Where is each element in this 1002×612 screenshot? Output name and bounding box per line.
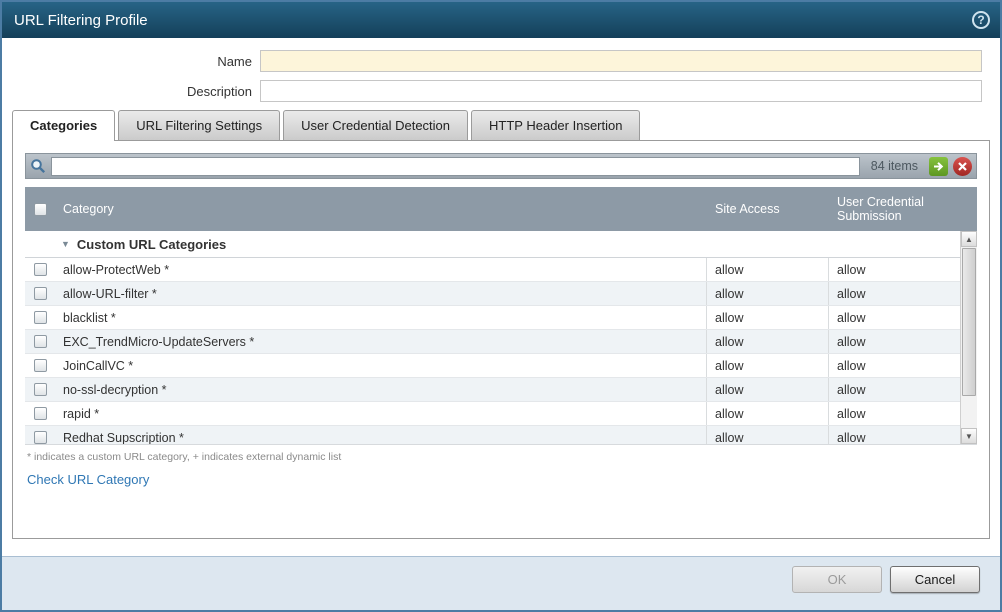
action-bar: OK Cancel (2, 556, 1000, 610)
user-credential-submission-cell[interactable]: allow (829, 282, 960, 305)
table-row[interactable]: allow-URL-filter * allow allow (25, 282, 960, 306)
category-cell: Redhat Supscription * (55, 426, 707, 445)
row-checkbox-cell (25, 306, 55, 329)
category-cell: no-ssl-decryption * (55, 378, 707, 401)
row-checkbox-cell (25, 282, 55, 305)
row-checkbox-cell (25, 402, 55, 425)
category-cell: rapid * (55, 402, 707, 425)
header-scrollbar-spacer (960, 187, 977, 231)
row-checkbox-cell (25, 258, 55, 281)
row-checkbox-cell (25, 426, 55, 445)
site-access-cell[interactable]: allow (707, 354, 829, 377)
tab-bar: Categories URL Filtering Settings User C… (12, 110, 1000, 140)
table-row[interactable]: JoinCallVC * allow allow (25, 354, 960, 378)
row-checkbox[interactable] (34, 431, 47, 444)
user-credential-submission-cell[interactable]: allow (829, 426, 960, 445)
user-credential-submission-cell[interactable]: allow (829, 306, 960, 329)
select-all-checkbox[interactable] (34, 203, 47, 216)
filter-input[interactable] (51, 157, 860, 176)
table-row[interactable]: Redhat Supscription * allow allow (25, 426, 960, 445)
table-row[interactable]: EXC_TrendMicro-UpdateServers * allow all… (25, 330, 960, 354)
legend-note: * indicates a custom URL category, + ind… (25, 451, 977, 463)
table-header: Category Site Access User Credential Sub… (25, 187, 977, 231)
user-credential-submission-cell[interactable]: allow (829, 378, 960, 401)
check-url-category-link[interactable]: Check URL Category (25, 472, 149, 487)
description-input[interactable] (260, 80, 982, 102)
site-access-cell[interactable]: allow (707, 378, 829, 401)
column-header-user-credential-submission[interactable]: User Credential Submission (829, 187, 960, 231)
group-collapse-icon[interactable]: ▼ (61, 239, 70, 249)
site-access-cell[interactable]: allow (707, 402, 829, 425)
tab-url-filtering-settings[interactable]: URL Filtering Settings (118, 110, 280, 140)
ok-button: OK (792, 566, 882, 593)
clear-filter-button[interactable] (953, 157, 972, 176)
apply-filter-button[interactable] (929, 157, 948, 176)
table-row[interactable]: blacklist * allow allow (25, 306, 960, 330)
group-row-custom-url-categories[interactable]: ▼ Custom URL Categories (25, 231, 960, 258)
name-input[interactable] (260, 50, 982, 72)
description-row: Description (2, 80, 982, 102)
user-credential-submission-cell[interactable]: allow (829, 258, 960, 281)
user-credential-submission-cell[interactable]: allow (829, 354, 960, 377)
site-access-cell[interactable]: allow (707, 282, 829, 305)
tab-categories[interactable]: Categories (12, 110, 115, 141)
table-body: ▼ Custom URL Categories allow-ProtectWeb… (25, 231, 977, 445)
categories-panel: 84 items Category Site Access User Crede… (12, 140, 990, 539)
row-checkbox[interactable] (34, 335, 47, 348)
row-checkbox[interactable] (34, 311, 47, 324)
url-filtering-profile-dialog: URL Filtering Profile ? Name Description… (0, 0, 1002, 612)
row-checkbox[interactable] (34, 287, 47, 300)
user-credential-submission-cell[interactable]: allow (829, 330, 960, 353)
row-checkbox-cell (25, 378, 55, 401)
scrollbar-thumb[interactable] (962, 248, 976, 396)
tab-user-credential-detection[interactable]: User Credential Detection (283, 110, 468, 140)
filter-toolbar: 84 items (25, 153, 977, 179)
search-icon (30, 158, 46, 174)
column-header-site-access[interactable]: Site Access (707, 187, 829, 231)
scroll-up-button[interactable]: ▲ (961, 231, 977, 247)
table-row[interactable]: no-ssl-decryption * allow allow (25, 378, 960, 402)
cancel-button[interactable]: Cancel (890, 566, 980, 593)
row-checkbox[interactable] (34, 263, 47, 276)
site-access-cell[interactable]: allow (707, 330, 829, 353)
dialog-body: Name Description Categories URL Filterin… (2, 38, 1000, 556)
category-cell: JoinCallVC * (55, 354, 707, 377)
table-row[interactable]: allow-ProtectWeb * allow allow (25, 258, 960, 282)
table-row[interactable]: rapid * allow allow (25, 402, 960, 426)
dialog-title: URL Filtering Profile (14, 12, 148, 29)
site-access-cell[interactable]: allow (707, 258, 829, 281)
row-checkbox[interactable] (34, 359, 47, 372)
description-label: Description (2, 84, 260, 99)
dialog-titlebar: URL Filtering Profile ? (2, 2, 1000, 38)
user-credential-submission-cell[interactable]: allow (829, 402, 960, 425)
table-rows: ▼ Custom URL Categories allow-ProtectWeb… (25, 231, 960, 445)
row-checkbox-cell (25, 354, 55, 377)
row-checkbox-cell (25, 330, 55, 353)
category-cell: blacklist * (55, 306, 707, 329)
scroll-down-button[interactable]: ▼ (961, 428, 977, 444)
site-access-cell[interactable]: allow (707, 426, 829, 445)
category-cell: EXC_TrendMicro-UpdateServers * (55, 330, 707, 353)
name-row: Name (2, 50, 982, 72)
category-cell: allow-URL-filter * (55, 282, 707, 305)
tab-http-header-insertion[interactable]: HTTP Header Insertion (471, 110, 640, 140)
category-cell: allow-ProtectWeb * (55, 258, 707, 281)
name-label: Name (2, 54, 260, 69)
select-all-cell (25, 187, 55, 231)
scrollbar[interactable]: ▲ ▼ (960, 231, 977, 444)
help-icon[interactable]: ? (972, 11, 990, 29)
column-header-category[interactable]: Category (55, 187, 707, 231)
row-checkbox[interactable] (34, 407, 47, 420)
group-header-label: Custom URL Categories (77, 237, 226, 252)
items-count: 84 items (865, 159, 924, 173)
site-access-cell[interactable]: allow (707, 306, 829, 329)
row-checkbox[interactable] (34, 383, 47, 396)
